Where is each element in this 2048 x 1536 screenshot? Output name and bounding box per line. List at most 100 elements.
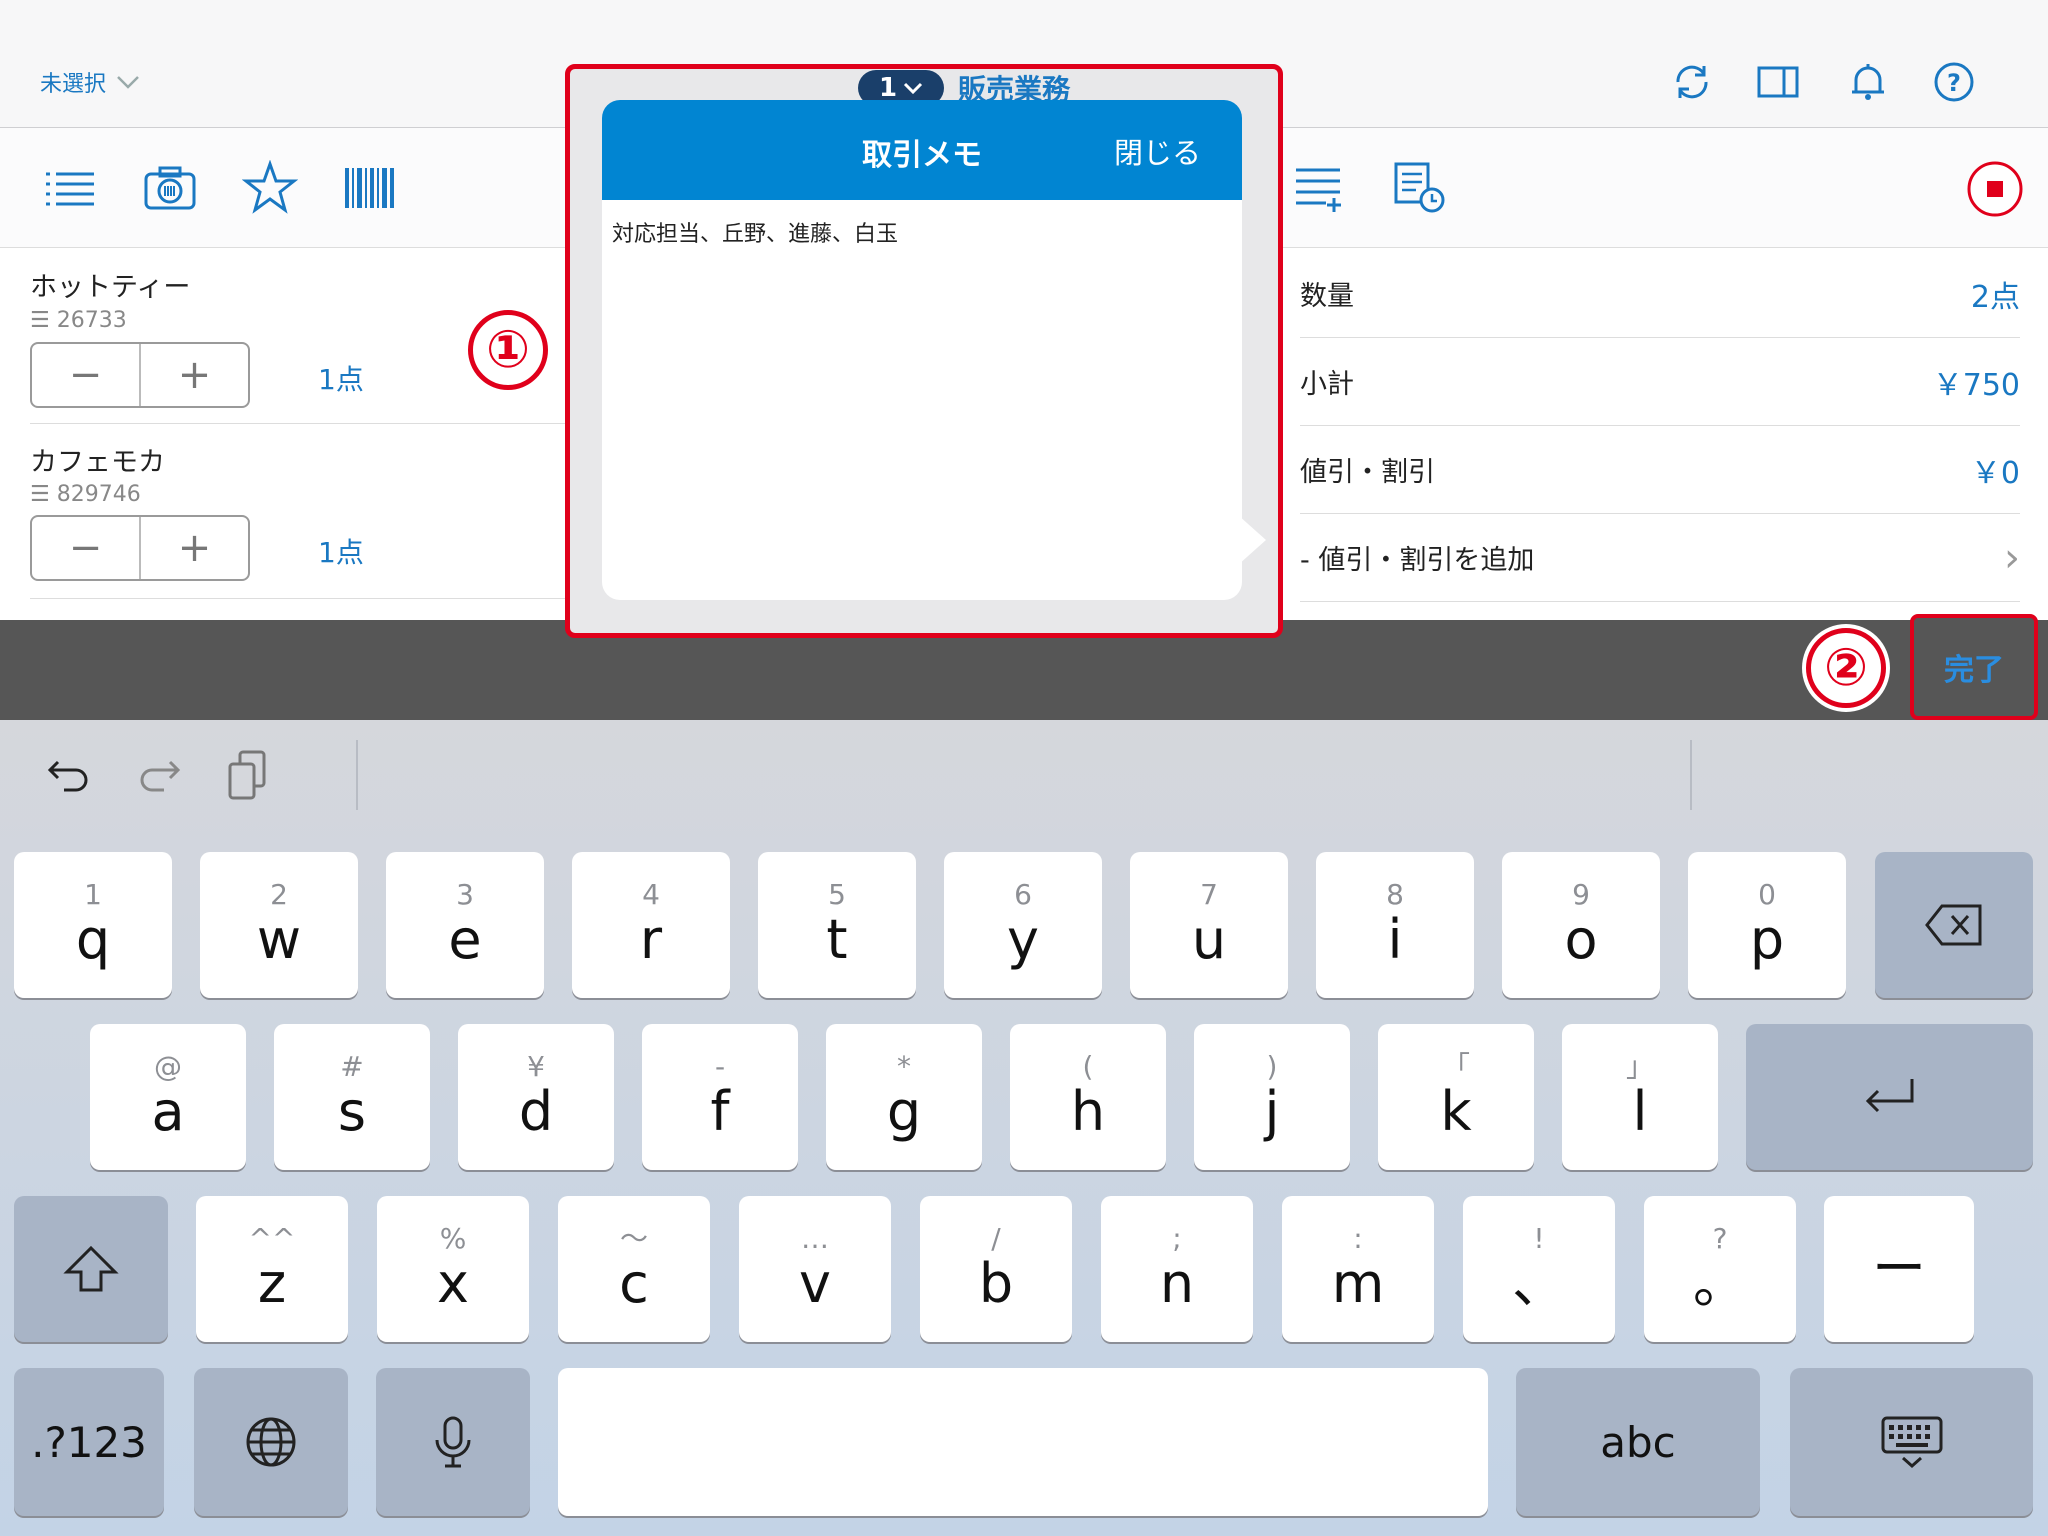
key-hint: 〜 xyxy=(619,1222,648,1255)
quantity-stepper[interactable]: − + xyxy=(30,515,250,581)
backspace-key[interactable] xyxy=(1875,852,2033,998)
return-key[interactable] xyxy=(1746,1024,2033,1170)
key-4[interactable]: / b xyxy=(920,1196,1072,1342)
split-view-icon[interactable] xyxy=(1756,60,1800,104)
chevron-right-icon: › xyxy=(2004,534,2020,581)
key-0[interactable]: @ a xyxy=(90,1024,246,1170)
key-hint: 7 xyxy=(1200,878,1218,911)
space-key[interactable] xyxy=(558,1368,1488,1516)
key-0[interactable]: ^^ z xyxy=(196,1196,348,1342)
callout-one: ① xyxy=(468,310,548,390)
dismiss-keyboard-key[interactable] xyxy=(1790,1368,2033,1516)
key-label: q xyxy=(75,908,111,971)
key-2[interactable]: ¥ d xyxy=(458,1024,614,1170)
camera-barcode-icon[interactable] xyxy=(142,160,198,216)
key-2[interactable]: 3e xyxy=(386,852,544,998)
key-8[interactable]: 」 l xyxy=(1562,1024,1718,1170)
paste-icon[interactable] xyxy=(224,748,272,804)
key-7[interactable]: !、 xyxy=(1463,1196,1615,1342)
redo-icon[interactable] xyxy=(134,752,182,800)
globe-key[interactable] xyxy=(194,1368,348,1516)
done-button[interactable]: 完了 xyxy=(1910,614,2038,720)
barcode-icon[interactable] xyxy=(342,160,398,216)
key-5[interactable]: (h xyxy=(1010,1024,1166,1170)
long-vowel-key[interactable]: ー xyxy=(1824,1196,1974,1342)
key-hint: 「 xyxy=(1441,1050,1470,1083)
key-label: o xyxy=(1564,908,1598,971)
key-label: w xyxy=(256,908,302,971)
key-label: h xyxy=(1070,1080,1106,1143)
key-label: f xyxy=(710,1080,730,1143)
divider xyxy=(356,740,358,810)
dictation-key[interactable] xyxy=(376,1368,530,1516)
item-name: カフェモカ xyxy=(30,447,165,478)
summary-value: ￥750 xyxy=(1932,367,2020,403)
key-4[interactable]: * g xyxy=(826,1024,982,1170)
key-3[interactable]: -f xyxy=(642,1024,798,1170)
key-7[interactable]: 8i xyxy=(1316,852,1474,998)
key-label: x xyxy=(437,1252,469,1315)
summary-value: 2点 xyxy=(1970,279,2020,315)
key-3[interactable]: … v xyxy=(739,1196,891,1342)
chevron-down-icon xyxy=(117,76,139,89)
stop-record-icon[interactable] xyxy=(1966,160,2024,218)
star-icon[interactable] xyxy=(242,160,298,216)
key-label: j xyxy=(1264,1080,1280,1143)
key-9[interactable]: 0p xyxy=(1688,852,1846,998)
divider xyxy=(30,598,570,599)
key-label: k xyxy=(1440,1080,1472,1143)
key-hint: … xyxy=(801,1222,829,1255)
chevron-down-icon xyxy=(903,82,923,95)
key-6[interactable]: :m xyxy=(1282,1196,1434,1342)
key-0[interactable]: 1q xyxy=(14,852,172,998)
shift-icon xyxy=(63,1245,119,1292)
key-1[interactable]: % x xyxy=(377,1196,529,1342)
shift-key[interactable] xyxy=(14,1196,168,1342)
minus-button[interactable]: − xyxy=(32,344,141,406)
key-hint: 0 xyxy=(1758,878,1776,911)
summary-row-quantity: 数量 2点 xyxy=(1300,250,2020,338)
key-6[interactable]: ) j xyxy=(1194,1024,1350,1170)
key-8[interactable]: ?。 xyxy=(1644,1196,1796,1342)
numbers-key[interactable]: .?123 xyxy=(14,1368,164,1516)
staff-selector[interactable]: 未選択 xyxy=(40,66,140,98)
key-hint: 」 xyxy=(1625,1050,1654,1083)
key-hint: 2 xyxy=(270,878,288,911)
key-label: p xyxy=(1749,908,1785,971)
plus-button[interactable]: + xyxy=(141,344,248,406)
key-8[interactable]: 9o xyxy=(1502,852,1660,998)
key-6[interactable]: 7u xyxy=(1130,852,1288,998)
add-discount-label: - 値引・割引を追加 xyxy=(1300,545,1535,576)
abc-key[interactable]: abc xyxy=(1516,1368,1760,1516)
close-button[interactable]: 閉じる xyxy=(1114,130,1201,172)
plus-button[interactable]: + xyxy=(141,517,248,579)
key-label: 。 xyxy=(1693,1252,1747,1315)
minus-button[interactable]: − xyxy=(32,517,141,579)
key-1[interactable]: # s xyxy=(274,1024,430,1170)
key-5[interactable]: ; n xyxy=(1101,1196,1253,1342)
key-hint: 8 xyxy=(1386,878,1404,911)
item-code: ☰ 829746 xyxy=(30,482,141,507)
help-icon[interactable]: ? xyxy=(1932,60,1976,104)
key-1[interactable]: 2w xyxy=(200,852,358,998)
undo-icon[interactable] xyxy=(46,752,94,800)
item-code: ☰ 26733 xyxy=(30,308,127,333)
key-7[interactable]: 「k xyxy=(1378,1024,1534,1170)
quantity-stepper[interactable]: − + xyxy=(30,342,250,408)
refresh-icon[interactable] xyxy=(1670,60,1714,104)
key-hint: 1 xyxy=(84,878,102,911)
key-hint: 9 xyxy=(1572,878,1590,911)
key-5[interactable]: 6y xyxy=(944,852,1102,998)
history-icon[interactable] xyxy=(1392,160,1448,216)
key-2[interactable]: 〜 c xyxy=(558,1196,710,1342)
summary-label: 値引・割引 xyxy=(1300,457,1435,488)
bell-icon[interactable] xyxy=(1846,60,1890,104)
key-label: g xyxy=(886,1080,922,1143)
key-3[interactable]: 4r xyxy=(572,852,730,998)
add-discount-row[interactable]: - 値引・割引を追加 › xyxy=(1300,514,2020,602)
memo-textarea[interactable] xyxy=(602,200,1242,600)
list-icon[interactable] xyxy=(42,160,98,216)
key-4[interactable]: 5t xyxy=(758,852,916,998)
key-label: e xyxy=(448,908,482,971)
add-list-icon[interactable] xyxy=(1292,160,1348,216)
